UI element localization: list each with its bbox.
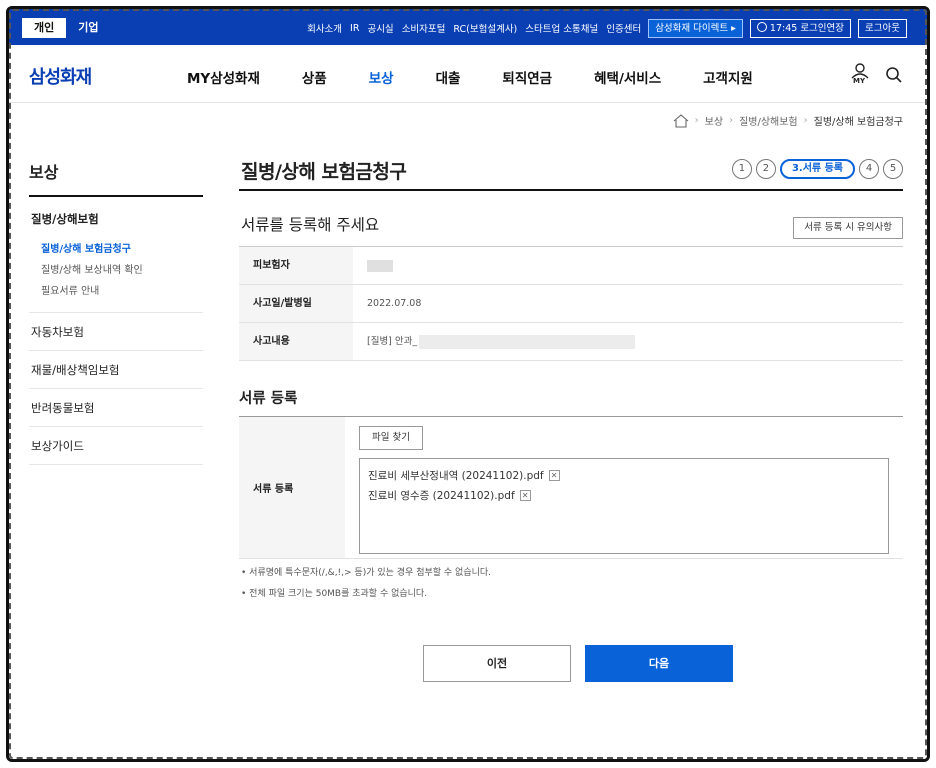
search-icon[interactable] xyxy=(885,66,903,84)
info-row-date: 사고일/발병일 2022.07.08 xyxy=(239,285,903,323)
file-item: 진료비 영수증 (20241102).pdf ✕ xyxy=(368,485,880,505)
info-value-date: 2022.07.08 xyxy=(367,297,422,309)
menu-my[interactable]: MY삼성화재 xyxy=(187,67,260,87)
chevron-right-icon: › xyxy=(729,115,734,126)
logout-button[interactable]: 로그아웃 xyxy=(858,18,907,38)
link-consumer-portal[interactable]: 소비자포털 xyxy=(402,21,446,35)
prev-button[interactable]: 이전 xyxy=(423,645,571,682)
masked-detail xyxy=(419,334,636,349)
chevron-right-icon: › xyxy=(803,115,808,126)
session-extend-button[interactable]: 17:45 로그인연장 xyxy=(749,18,852,38)
breadcrumb-claims[interactable]: 보상 xyxy=(705,113,723,128)
browser-frame: 개인 기업 회사소개 IR 공시실 소비자포털 RC(보험설계사) 스타트업 소… xyxy=(6,6,930,762)
breadcrumb-disease[interactable]: 질병/상해보험 xyxy=(739,113,798,128)
link-disclosure[interactable]: 공시실 xyxy=(367,21,393,35)
step-indicator: 1 2 3.서류 등록 4 5 xyxy=(728,159,903,179)
remove-file-icon[interactable]: ✕ xyxy=(519,489,531,501)
find-file-button[interactable]: 파일 찾기 xyxy=(359,426,423,450)
info-value-insured xyxy=(353,247,393,284)
link-startup[interactable]: 스타트업 소통채널 xyxy=(525,21,598,35)
sidebar-item-guide[interactable]: 보상가이드 xyxy=(29,427,203,465)
gnb-icons: MY xyxy=(849,63,903,87)
step-5: 5 xyxy=(883,159,903,179)
sidebar-title: 보상 xyxy=(29,159,203,197)
info-label: 사고내용 xyxy=(239,323,353,360)
note-size-limit: • 전체 파일 크기는 50MB를 초과할 수 없습니다. xyxy=(241,589,428,599)
session-extend-label: 17:45 로그인연장 xyxy=(769,22,845,34)
my-icon-label: MY xyxy=(853,77,866,85)
info-label: 사고일/발병일 xyxy=(239,285,353,322)
info-label: 피보험자 xyxy=(239,247,353,284)
menu-claims[interactable]: 보상 xyxy=(369,67,394,87)
link-ir[interactable]: IR xyxy=(350,23,359,34)
notice-button[interactable]: 서류 등록 시 유의사항 xyxy=(793,217,903,239)
menu-products[interactable]: 상품 xyxy=(302,67,327,87)
sidebar-section-disease[interactable]: 질병/상해보험 xyxy=(29,197,203,237)
sidebar-item-auto[interactable]: 자동차보험 xyxy=(29,313,203,351)
upload-label: 서류 등록 xyxy=(239,417,345,558)
next-button[interactable]: 다음 xyxy=(585,645,733,682)
file-list: 진료비 세부산정내역 (20241102).pdf ✕ 진료비 영수증 (2024… xyxy=(359,458,889,554)
main-menu: MY삼성화재 상품 보상 대출 퇴직연금 혜택/서비스 고객지원 xyxy=(187,67,795,87)
masked-name xyxy=(367,259,393,272)
info-row-insured: 피보험자 xyxy=(239,247,903,285)
link-cert-center[interactable]: 인증센터 xyxy=(606,21,641,35)
sidebar-sub-history[interactable]: 질병/상해 보상내역 확인 xyxy=(29,258,203,279)
sidebar-sub-documents[interactable]: 필요서류 안내 xyxy=(29,279,203,300)
breadcrumb: › 보상 › 질병/상해보험 › 질병/상해 보험금청구 xyxy=(673,113,903,128)
main-content: 질병/상해 보험금청구 1 2 3.서류 등록 4 5 서류를 등록해 주세요 … xyxy=(239,155,903,682)
my-page-icon[interactable]: MY xyxy=(849,63,871,87)
sidebar-sub-claim[interactable]: 질병/상해 보험금청구 xyxy=(29,237,203,258)
section-title: 서류를 등록해 주세요 xyxy=(241,216,380,234)
action-buttons: 이전 다음 xyxy=(423,645,733,682)
customer-type-toggle: 개인 기업 xyxy=(22,18,111,38)
note-special-chars: • 서류명에 특수문자(/,&,!,> 등)가 있는 경우 첨부할 수 없습니다… xyxy=(241,568,492,578)
page-header: 질병/상해 보험금청구 1 2 3.서류 등록 4 5 xyxy=(239,155,903,191)
menu-loans[interactable]: 대출 xyxy=(436,67,461,87)
tab-corporate[interactable]: 기업 xyxy=(66,18,110,38)
upload-row: 서류 등록 파일 찾기 진료비 세부산정내역 (20241102).pdf ✕ 진… xyxy=(239,417,903,559)
breadcrumb-current: 질병/상해 보험금청구 xyxy=(813,117,903,128)
sidebar-item-property[interactable]: 재물/배상책임보험 xyxy=(29,351,203,389)
upload-section-title: 서류 등록 xyxy=(239,391,298,407)
direct-button[interactable]: 삼성화재 다이렉트 ▸ xyxy=(648,18,743,38)
utility-links: 회사소개 IR 공시실 소비자포털 RC(보험설계사) 스타트업 소통채널 인증… xyxy=(299,18,907,38)
section-header: 서류를 등록해 주세요 서류 등록 시 유의사항 xyxy=(239,191,903,247)
upload-section-header: 서류 등록 xyxy=(239,387,903,417)
menu-pension[interactable]: 퇴직연금 xyxy=(502,67,552,87)
sidebar-item-pet[interactable]: 반려동물보험 xyxy=(29,389,203,427)
info-row-detail: 사고내용 [질병] 안과_ xyxy=(239,323,903,361)
global-nav: 삼성화재 MY삼성화재 상품 보상 대출 퇴직연금 혜택/서비스 고객지원 MY xyxy=(9,45,927,103)
file-name: 진료비 세부산정내역 (20241102).pdf xyxy=(368,469,544,482)
chevron-right-icon: › xyxy=(694,115,699,126)
home-icon[interactable] xyxy=(673,113,689,128)
file-item: 진료비 세부산정내역 (20241102).pdf ✕ xyxy=(368,465,880,485)
upload-cell: 파일 찾기 진료비 세부산정내역 (20241102).pdf ✕ 진료비 영수증… xyxy=(345,417,903,558)
top-utility-bar: 개인 기업 회사소개 IR 공시실 소비자포털 RC(보험설계사) 스타트업 소… xyxy=(9,9,927,45)
info-value-detail: [질병] 안과_ xyxy=(353,323,636,360)
clock-icon xyxy=(756,21,767,32)
remove-file-icon[interactable]: ✕ xyxy=(548,469,560,481)
step-3-current: 3.서류 등록 xyxy=(779,159,855,179)
menu-benefits[interactable]: 혜택/서비스 xyxy=(594,67,661,87)
logo[interactable]: 삼성화재 xyxy=(29,63,92,89)
step-2: 2 xyxy=(755,159,776,179)
link-rc[interactable]: RC(보험설계사) xyxy=(453,21,517,35)
menu-support[interactable]: 고객지원 xyxy=(703,67,753,87)
step-4: 4 xyxy=(859,159,879,179)
step-1: 1 xyxy=(731,159,752,179)
page-title: 질병/상해 보험금청구 xyxy=(241,161,407,183)
tab-personal[interactable]: 개인 xyxy=(22,18,67,38)
sidebar: 보상 질병/상해보험 질병/상해 보험금청구 질병/상해 보상내역 확인 필요서… xyxy=(29,159,203,465)
link-company[interactable]: 회사소개 xyxy=(307,21,342,35)
file-name: 진료비 영수증 (20241102).pdf xyxy=(368,489,515,502)
sidebar-submenu: 질병/상해 보험금청구 질병/상해 보상내역 확인 필요서류 안내 xyxy=(29,237,203,313)
